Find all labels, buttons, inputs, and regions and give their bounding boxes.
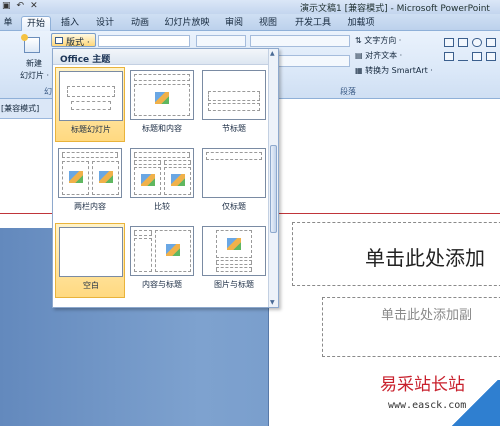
layout-thumbnail (130, 226, 194, 276)
tab-view[interactable]: 视图 (254, 16, 282, 31)
line-shape-icon[interactable] (486, 38, 496, 47)
oval-shape-icon[interactable] (472, 38, 482, 47)
tab-developer[interactable]: 开发工具 (290, 16, 336, 31)
watermark-name: 易采站长站 (380, 375, 465, 395)
layout-thumbnail (130, 70, 194, 120)
layout-thumbnail (202, 148, 266, 198)
window-title: 演示文稿1 [兼容模式] - Microsoft PowerPoint (300, 4, 490, 14)
title-placeholder[interactable]: 单击此处添加 (292, 222, 500, 286)
title-bar: ▣ ↶ ✕ 演示文稿1 [兼容模式] - Microsoft PowerPoin… (0, 0, 500, 14)
gallery-theme-name: Office 主题 (60, 55, 111, 65)
slides-group-label: 幻 (44, 87, 52, 96)
layout-blank[interactable]: 空白 (55, 223, 125, 298)
new-slide-icon[interactable] (21, 34, 40, 53)
layout-comparison[interactable]: 比较 (127, 145, 197, 220)
layout-content-with-caption[interactable]: 内容与标题 (127, 223, 197, 298)
layout-label: 标题和内容 (142, 124, 182, 133)
layout-label: 图片与标题 (214, 280, 254, 289)
quick-access-toolbar: ▣ ↶ ✕ (2, 1, 38, 11)
text-direction-icon: ⇅ (355, 36, 365, 45)
align-text-icon: ▤ (355, 51, 366, 60)
smartart-icon: ▦ (355, 66, 366, 75)
layout-title-and-content[interactable]: 标题和内容 (127, 67, 197, 142)
layout-thumbnail (59, 227, 123, 277)
curve-shape-icon[interactable] (486, 52, 496, 61)
save-icon[interactable]: ▣ (2, 1, 11, 11)
layout-gallery[interactable]: Office 主题 ▲ ▼ 标题幻灯片 标题和内容 节标题 两栏内容 比较 仅标… (52, 48, 279, 308)
textbox-shape-icon[interactable] (444, 38, 454, 47)
subtitle-placeholder-text: 单击此处添加副 (381, 308, 473, 323)
tab-menu[interactable]: 单 (0, 16, 16, 31)
title-placeholder-text: 单击此处添加 (365, 246, 485, 270)
text-direction-button[interactable]: ⇅ 文字方向 · (355, 35, 401, 46)
align-text-button[interactable]: ▤ 对齐文本 · (355, 50, 402, 61)
font-name-box[interactable] (98, 35, 190, 47)
layout-thumbnail (130, 148, 194, 198)
undo-icon[interactable]: ↶ (17, 1, 25, 11)
layout-label: 两栏内容 (74, 202, 106, 211)
tab-review[interactable]: 审阅 (220, 16, 248, 31)
new-slide-label-2[interactable]: 幻灯片 · (20, 70, 49, 81)
layout-section-header[interactable]: 节标题 (199, 67, 269, 142)
layout-thumbnail (202, 70, 266, 120)
tab-addins[interactable]: 加载项 (342, 16, 380, 31)
close-icon[interactable]: ✕ (30, 1, 38, 11)
list-buttons[interactable] (250, 35, 350, 47)
layout-thumbnail (59, 71, 123, 121)
scroll-down-icon[interactable]: ▼ (270, 299, 275, 306)
font-size-tools[interactable] (196, 35, 246, 47)
layout-button-label: 版式 · (66, 38, 90, 48)
scroll-up-icon[interactable]: ▲ (270, 50, 275, 57)
compat-mode-bar: [兼容模式] (0, 99, 54, 119)
shapes-gallery[interactable] (440, 34, 500, 84)
rounded-rect-shape-icon[interactable] (444, 52, 454, 61)
triangle-shape-icon[interactable] (458, 52, 468, 61)
tab-animation[interactable]: 动画 (125, 16, 155, 31)
arrow-shape-icon[interactable] (472, 52, 482, 61)
layout-label: 仅标题 (222, 202, 246, 211)
ribbon-tabs: 单 开始 插入 设计 动画 幻灯片放映 审阅 视图 开发工具 加载项 (0, 14, 500, 31)
layout-label: 空白 (83, 281, 99, 290)
layout-picture-with-caption[interactable]: 图片与标题 (199, 223, 269, 298)
layout-label: 比较 (154, 202, 170, 211)
layout-label: 内容与标题 (142, 280, 182, 289)
subtitle-placeholder[interactable]: 单击此处添加副 (322, 297, 500, 357)
new-slide-label[interactable]: 新建 (26, 58, 42, 69)
layout-label: 标题幻灯片 (71, 125, 111, 134)
tab-design[interactable]: 设计 (90, 16, 120, 31)
convert-smartart-button[interactable]: ▦ 转换为 SmartArt · (355, 65, 433, 76)
scroll-thumb[interactable] (270, 145, 277, 233)
rectangle-shape-icon[interactable] (458, 38, 468, 47)
layout-icon (55, 37, 63, 44)
layout-button[interactable]: 版式 · (51, 33, 96, 48)
tab-insert[interactable]: 插入 (55, 16, 85, 31)
workspace-top (268, 119, 500, 202)
layout-thumbnail (58, 148, 122, 198)
compat-mode-label: [兼容模式] (1, 104, 40, 113)
layout-label: 节标题 (222, 124, 246, 133)
gallery-scrollbar[interactable]: ▲ ▼ (268, 49, 278, 307)
tab-home[interactable]: 开始 (21, 16, 51, 31)
layout-two-content[interactable]: 两栏内容 (55, 145, 125, 220)
layout-title-only[interactable]: 仅标题 (199, 145, 269, 220)
watermark-url: www.easck.com (388, 400, 467, 411)
layout-thumbnail (202, 226, 266, 276)
tab-slideshow[interactable]: 幻灯片放映 (162, 16, 212, 31)
gallery-header: Office 主题 (53, 49, 270, 65)
watermark: 易采站长站 www.easck.com (380, 370, 466, 411)
layout-title-slide[interactable]: 标题幻灯片 (55, 67, 125, 142)
paragraph-group-label: 段落 (340, 87, 356, 96)
